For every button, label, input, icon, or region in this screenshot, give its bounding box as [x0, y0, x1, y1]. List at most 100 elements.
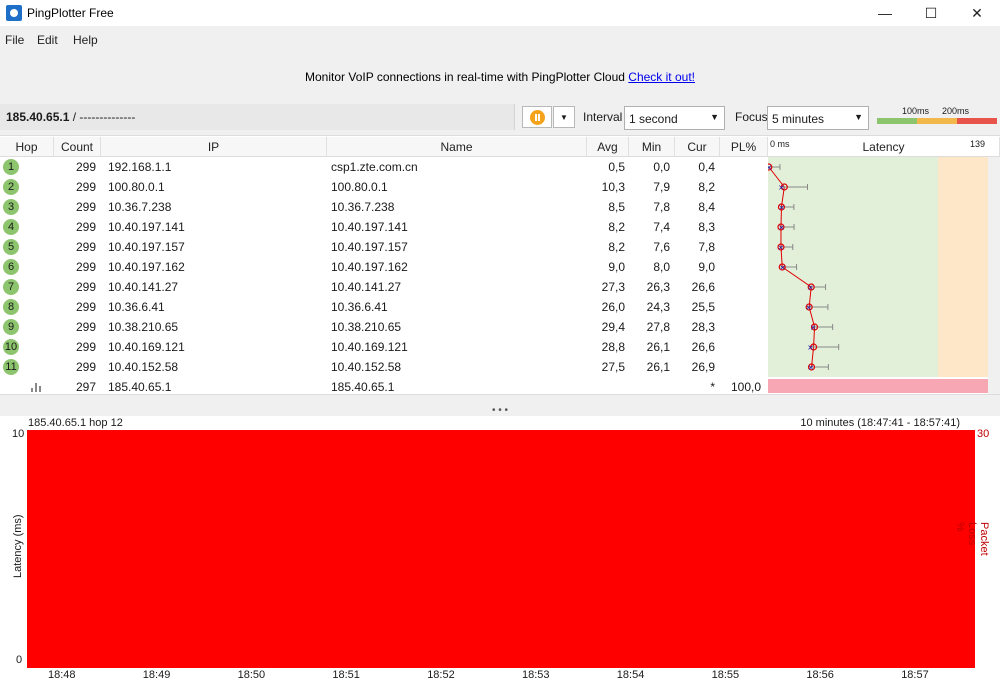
cell-avg: 9,0	[608, 260, 625, 274]
interval-select[interactable]: 1 second ▼	[624, 106, 725, 130]
cell-count: 299	[75, 260, 96, 274]
timeline-graph: 185.40.65.1 hop 12 10 minutes (18:47:41 …	[0, 416, 1000, 686]
col-header-name[interactable]: Name	[327, 137, 587, 157]
cell-ip: 10.40.197.141	[108, 220, 185, 234]
cell-cur: 28,3	[691, 320, 715, 334]
banner-link[interactable]: Check it out!	[628, 70, 695, 84]
table-row[interactable]: 2 299 100.80.0.1 100.80.0.1 10,3 7,9 8,2	[0, 177, 768, 197]
graph-plot-area[interactable]	[27, 430, 975, 668]
menu-file[interactable]: File	[5, 33, 24, 47]
table-row[interactable]: 9 299 10.38.210.65 10.38.210.65 29,4 27,8 28,3	[0, 317, 768, 337]
cell-count: 299	[75, 180, 96, 194]
cell-avg: 28,8	[601, 340, 625, 354]
col-header-latency[interactable]: Latency	[768, 137, 1000, 157]
cell-pl: 100,0	[730, 380, 761, 394]
banner-text: Monitor VoIP connections in real-time wi…	[305, 70, 625, 84]
latency-cur-marker: ×	[808, 363, 815, 372]
chevron-down-icon: ▼	[854, 112, 863, 122]
latency-cur-marker: ×	[778, 223, 785, 232]
cell-count: 299	[75, 160, 96, 174]
cell-ip: 185.40.65.1	[108, 380, 172, 394]
menu-edit[interactable]: Edit	[37, 33, 58, 47]
hop-number-badge: 10	[3, 339, 19, 355]
cell-count: 299	[75, 240, 96, 254]
legend-200ms: 200ms	[942, 106, 970, 116]
cell-ip: 10.36.7.238	[108, 200, 172, 214]
vertical-scrollbar[interactable]	[988, 157, 1000, 395]
pause-button[interactable]	[522, 106, 552, 128]
col-header-pl[interactable]: PL%	[720, 137, 768, 157]
table-row[interactable]: 1 299 192.168.1.1 csp1.zte.com.cn 0,5 0,0 0,4	[0, 157, 768, 177]
menu-bar: File Edit Help	[0, 26, 1000, 54]
close-button[interactable]: ✕	[954, 0, 1000, 26]
app-icon	[6, 5, 22, 21]
table-row[interactable]: 8 299 10.36.6.41 10.36.6.41 26,0 24,3 25,5	[0, 297, 768, 317]
cell-cur: 8,3	[698, 220, 715, 234]
table-row[interactable]: 4 299 10.40.197.141 10.40.197.141 8,2 7,4 8,3	[0, 217, 768, 237]
cell-min: 7,6	[653, 240, 670, 254]
pane-splitter[interactable]: • • •	[0, 406, 1000, 416]
interval-label: Interval	[583, 110, 623, 124]
hop-number-badge: 3	[3, 199, 19, 215]
focus-select[interactable]: 5 minutes ▼	[767, 106, 869, 130]
target-address-field[interactable]: 185.40.65.1 / --------------	[0, 104, 515, 130]
menu-help[interactable]: Help	[73, 33, 98, 47]
hop-number-badge: 6	[3, 259, 19, 275]
target-address-suffix: / --------------	[69, 110, 136, 124]
latency-graph: × × × × × × × × × × ×	[768, 157, 988, 393]
hop-number-badge: 8	[3, 299, 19, 315]
col-header-cur[interactable]: Cur	[675, 137, 720, 157]
chevron-down-icon: ▼	[710, 112, 719, 122]
cell-min: 0,0	[653, 160, 670, 174]
cell-cur: 0,4	[698, 160, 715, 174]
cell-min: 7,9	[653, 180, 670, 194]
latency-scale-min: 0 ms	[770, 139, 790, 149]
table-row[interactable]: 7 299 10.40.141.27 10.40.141.27 27,3 26,3 26,6	[0, 277, 768, 297]
table-row[interactable]: 11 299 10.40.152.58 10.40.152.58 27,5 26,1 26,…	[0, 357, 768, 377]
cell-avg: 0,5	[608, 160, 625, 174]
x-tick-label: 18:53	[522, 669, 550, 681]
latency-scale-max: 139	[970, 139, 986, 149]
col-header-count[interactable]: Count	[54, 137, 101, 157]
latency-cur-marker: ×	[778, 203, 785, 212]
table-row[interactable]: 5 299 10.40.197.157 10.40.197.157 8,2 7,6 7,8	[0, 237, 768, 257]
y-left-max: 10	[12, 428, 25, 440]
hop-number-badge: 5	[3, 239, 19, 255]
cell-ip: 10.40.141.27	[108, 280, 179, 294]
table-row[interactable]: 3 299 10.36.7.238 10.36.7.238 8,5 7,8 8,4	[0, 197, 768, 217]
focus-label: Focus	[735, 110, 768, 124]
cell-name: 10.40.152.58	[331, 360, 402, 374]
latency-cur-marker: ×	[805, 303, 812, 312]
cell-min: 7,4	[653, 220, 670, 234]
col-header-min[interactable]: Min	[629, 137, 675, 157]
cell-count: 299	[75, 280, 96, 294]
bar-chart-icon[interactable]	[31, 382, 43, 392]
cell-cur: 26,6	[691, 280, 715, 294]
cell-count: 297	[75, 380, 96, 394]
hop-number-badge: 4	[3, 219, 19, 235]
table-row[interactable]: 6 299 10.40.197.162 10.40.197.162 9,0 8,0 9,0	[0, 257, 768, 277]
latency-zone-warn	[938, 157, 988, 377]
pause-dropdown-button[interactable]: ▼	[553, 106, 575, 128]
table-row[interactable]: 10 299 10.40.169.121 10.40.169.121 28,8 26,1 2…	[0, 337, 768, 357]
hop-number-badge: 1	[3, 159, 19, 175]
y-left-label: Latency (ms)	[12, 514, 24, 578]
cell-avg: 29,4	[601, 320, 625, 334]
legend-yellow-bar	[917, 118, 957, 124]
maximize-button[interactable]: ☐	[908, 0, 954, 26]
col-header-ip[interactable]: IP	[101, 137, 327, 157]
cell-cur: 25,5	[691, 300, 715, 314]
chevron-down-icon: ▼	[560, 112, 568, 122]
cell-min: 26,1	[646, 360, 670, 374]
col-header-avg[interactable]: Avg	[587, 137, 629, 157]
x-tick-label: 18:49	[142, 669, 171, 681]
col-header-hop[interactable]: Hop	[0, 137, 54, 157]
cell-ip: 10.38.210.65	[108, 320, 179, 334]
cell-avg: 27,5	[601, 360, 625, 374]
graph-time-range[interactable]: 10 minutes (18:47:41 - 18:57:41)	[800, 417, 960, 429]
minimize-button[interactable]: —	[862, 0, 908, 26]
latency-cur-marker: ×	[777, 243, 784, 252]
title-bar: PingPlotter Free — ☐ ✕	[0, 0, 1000, 26]
latency-cur-marker: ×	[807, 283, 814, 292]
cell-avg: 8,5	[608, 200, 625, 214]
